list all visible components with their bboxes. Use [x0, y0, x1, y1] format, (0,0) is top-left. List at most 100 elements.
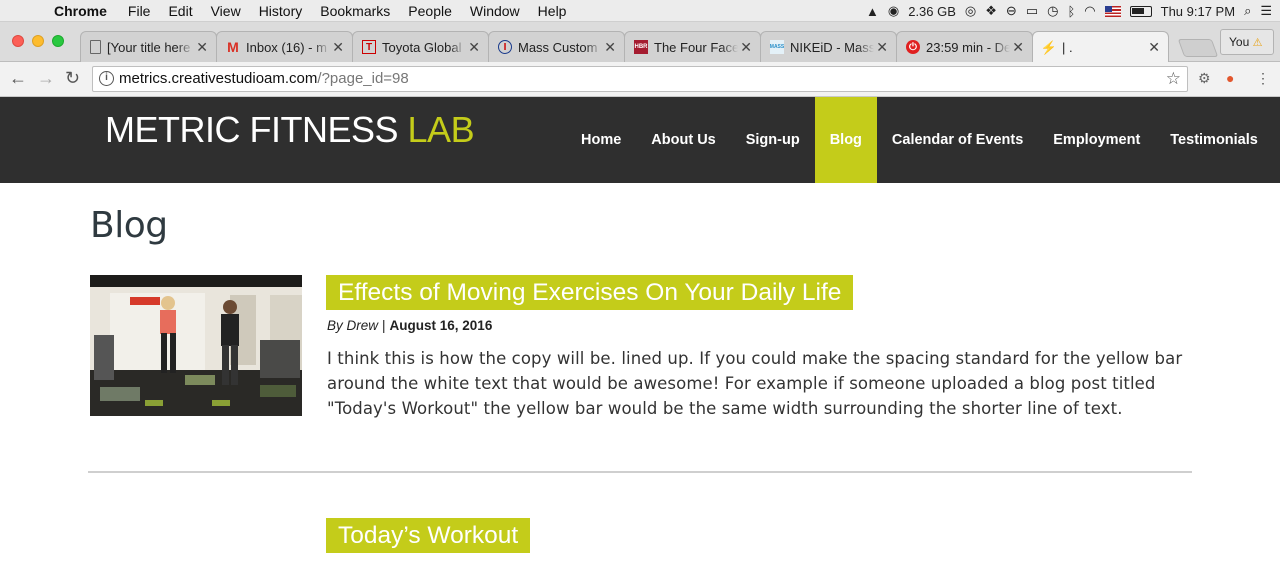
tab-title: 23:59 min - De [926, 39, 1010, 55]
close-tab-icon[interactable]: ✕ [196, 39, 208, 56]
tab-title: NIKEiD - Mass [790, 39, 874, 55]
chrome-menu-icon[interactable]: ⋮ [1256, 70, 1270, 87]
logo-accent-text: LAB [407, 109, 475, 150]
tab-title: [Your title here [107, 39, 191, 55]
macos-menubar: Chrome File Edit View History Bookmarks … [0, 0, 1280, 22]
spotlight-search-icon[interactable]: ⌕ [1244, 3, 1251, 19]
memory-monitor-icon[interactable]: ◉ [888, 3, 899, 19]
post-title[interactable]: Effects of Moving Exercises On Your Dail… [326, 275, 854, 310]
page-title: Blog [90, 205, 168, 246]
bolt-icon: ⚡ [1040, 39, 1058, 55]
browser-tab[interactable]: HBR The Four Face ✕ [624, 31, 761, 62]
back-arrow-icon[interactable]: ← [9, 68, 27, 89]
adobe-icon[interactable]: ▲ [866, 4, 879, 19]
time-machine-icon[interactable]: ◷ [1047, 3, 1058, 19]
post-divider [88, 471, 1192, 473]
clock[interactable]: Thu 9:17 PM [1161, 4, 1235, 19]
main-nav: Home About Us Sign-up Blog Calendar of E… [566, 97, 1273, 183]
browser-tab[interactable]: ⏻ 23:59 min - De ✕ [896, 31, 1033, 62]
nav-blog[interactable]: Blog [814, 97, 877, 183]
url-path: /?page_id=98 [317, 70, 409, 87]
window-controls [12, 35, 64, 47]
menu-view[interactable]: View [202, 0, 250, 22]
menu-bookmarks[interactable]: Bookmarks [311, 0, 399, 22]
browser-tab[interactable]: [Your title here ✕ [80, 31, 217, 62]
site-info-icon[interactable]: i [99, 71, 114, 86]
close-tab-icon[interactable]: ✕ [468, 39, 480, 56]
menu-file[interactable]: File [119, 0, 160, 22]
nav-sign-up[interactable]: Sign-up [731, 97, 815, 183]
browser-tab[interactable]: I Mass Custom ✕ [488, 31, 625, 62]
new-tab-button[interactable] [1177, 39, 1219, 57]
extension-puzzle-icon[interactable]: ⚙ [1198, 70, 1211, 87]
minimize-window-button[interactable] [32, 35, 44, 47]
bluetooth-icon[interactable]: ᛒ [1067, 4, 1075, 19]
browser-tab[interactable]: M Inbox (16) - m ✕ [216, 31, 353, 62]
menu-window[interactable]: Window [461, 0, 529, 22]
post-thumbnail-image[interactable] [90, 275, 302, 416]
browser-tab[interactable]: MASS NIKEiD - Mass ✕ [760, 31, 897, 62]
nav-calendar-of-events[interactable]: Calendar of Events [877, 97, 1038, 183]
tab-list: [Your title here ✕ M Inbox (16) - m ✕ T … [80, 31, 1169, 63]
nav-employment[interactable]: Employment [1038, 97, 1155, 183]
toyota-icon: T [362, 40, 376, 54]
post-excerpt: I think this is how the copy will be. li… [327, 349, 1183, 418]
menu-history[interactable]: History [250, 0, 312, 22]
close-tab-icon[interactable]: ✕ [876, 39, 888, 56]
menu-edit[interactable]: Edit [159, 0, 201, 22]
url-host: metrics.creativestudioam.com [119, 70, 318, 87]
browser-tab[interactable]: T Toyota Global ✕ [352, 31, 489, 62]
nav-divider [770, 183, 1232, 184]
do-not-disturb-icon[interactable]: ⊖ [1006, 3, 1017, 19]
close-tab-icon[interactable]: ✕ [1012, 39, 1024, 56]
close-tab-icon[interactable]: ✕ [604, 39, 616, 56]
nike-icon: MASS [770, 40, 784, 54]
close-tab-icon[interactable]: ✕ [740, 39, 752, 56]
site-logo[interactable]: METRIC FITNESS LAB [105, 109, 475, 151]
tab-title: Mass Custom [518, 39, 598, 55]
tab-title: Inbox (16) - m [246, 39, 327, 55]
close-window-button[interactable] [12, 35, 24, 47]
post-date: August 16, 2016 [389, 318, 493, 333]
address-bar[interactable]: i metrics.creativestudioam.com/?page_id=… [92, 66, 1188, 92]
close-tab-icon[interactable]: ✕ [332, 39, 344, 56]
notification-center-icon[interactable]: ☰ [1260, 3, 1272, 19]
nav-about-us[interactable]: About Us [636, 97, 730, 183]
reload-icon[interactable]: ↻ [65, 68, 80, 89]
document-icon [90, 40, 101, 54]
memory-readout[interactable]: 2.36 GB [908, 4, 956, 19]
extension-badge-icon[interactable]: ● [1226, 70, 1234, 86]
browser-tab-strip: [Your title here ✕ M Inbox (16) - m ✕ T … [0, 22, 1280, 63]
post-title[interactable]: Today’s Workout [326, 518, 531, 553]
profile-button[interactable]: You ⚠ [1220, 29, 1274, 55]
post-meta: By Drew | August 16, 2016 [327, 318, 492, 333]
airplay-icon[interactable]: ▭ [1026, 3, 1038, 19]
warning-icon: ⚠ [1252, 37, 1263, 49]
nav-testimonials[interactable]: Testimonials [1155, 97, 1273, 183]
nav-home[interactable]: Home [566, 97, 636, 183]
sync-icon[interactable]: ◎ [965, 3, 976, 19]
profile-label: You [1229, 35, 1250, 49]
menu-app-name[interactable]: Chrome [46, 0, 119, 22]
hbr-icon: HBR [634, 40, 648, 54]
logo-main-text: METRIC FITNESS [105, 109, 399, 150]
forward-arrow-icon[interactable]: → [37, 68, 55, 89]
wifi-icon[interactable]: ◠ [1084, 3, 1095, 19]
battery-icon[interactable] [1129, 5, 1152, 17]
site-header: METRIC FITNESS LAB Home About Us Sign-up… [0, 97, 1280, 183]
meta-separator: | [382, 318, 386, 333]
post-title-text: Effects of Moving Exercises On Your Dail… [338, 279, 842, 306]
gym-photo-illustration [90, 275, 302, 416]
dropbox-icon[interactable]: ❖ [985, 3, 997, 19]
bookmark-star-icon[interactable]: ☆ [1166, 67, 1181, 91]
fullscreen-window-button[interactable] [52, 35, 64, 47]
menu-people[interactable]: People [399, 0, 461, 22]
menu-help[interactable]: Help [529, 0, 576, 22]
input-source-flag-icon[interactable] [1104, 5, 1121, 17]
tab-title: Toyota Global [382, 39, 462, 55]
close-tab-icon[interactable]: ✕ [1148, 39, 1160, 56]
browser-tab-active[interactable]: ⚡ | . ✕ [1032, 31, 1169, 63]
tab-title: The Four Face [654, 39, 738, 55]
tab-title: | . [1062, 40, 1073, 55]
post-author: By Drew [327, 318, 379, 333]
